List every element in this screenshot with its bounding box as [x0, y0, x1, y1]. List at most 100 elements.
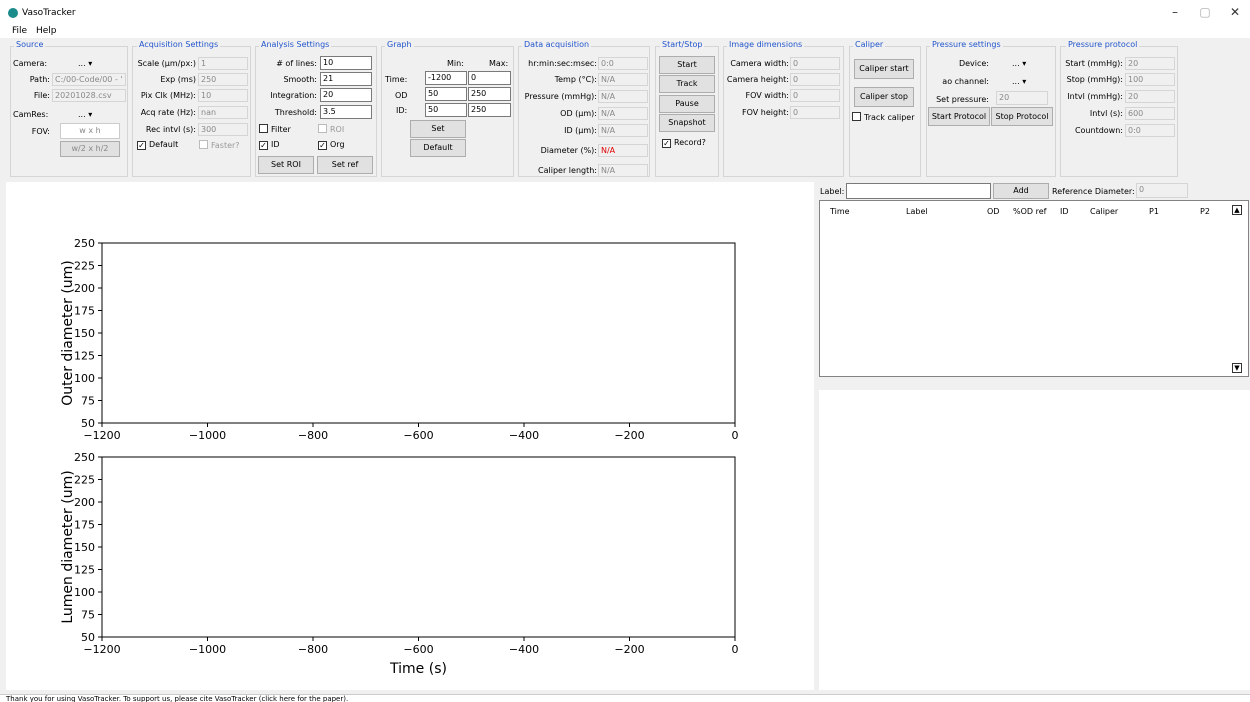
x-tick-label: −200: [614, 643, 644, 656]
min-label: Min:: [447, 59, 464, 68]
column-header-p1[interactable]: P1: [1149, 207, 1159, 216]
default-checkbox[interactable]: ✓ Default: [137, 140, 178, 150]
column-header-p2[interactable]: P2: [1200, 207, 1210, 216]
camera-height-field: 0: [790, 73, 840, 86]
set-graph-button[interactable]: Set: [410, 120, 466, 138]
camres-select[interactable]: ... ▾: [78, 110, 92, 119]
threshold-input[interactable]: 3.5: [320, 105, 372, 119]
caliper-stop-button[interactable]: Caliper stop: [854, 87, 914, 107]
maximize-button[interactable]: ▢: [1190, 4, 1220, 20]
minimize-button[interactable]: –: [1160, 4, 1190, 20]
time-min-input[interactable]: -1200: [425, 71, 467, 85]
reference-diameter-label: Reference Diameter:: [1052, 187, 1135, 196]
track-button[interactable]: Track: [659, 75, 715, 93]
start-protocol-button[interactable]: Start Protocol: [928, 107, 990, 126]
filter-checkbox[interactable]: Filter: [259, 124, 291, 134]
protocol-start-label: Start (mmHg):: [1065, 59, 1123, 68]
pause-button[interactable]: Pause: [659, 95, 715, 113]
lines-input[interactable]: 10: [320, 56, 372, 70]
id-min-input[interactable]: 50: [425, 103, 467, 117]
od-max-input[interactable]: 250: [468, 87, 511, 101]
graph-title: Graph: [385, 40, 414, 49]
image-panel: [819, 390, 1250, 690]
fov-label: FOV:: [31, 127, 50, 136]
x-tick-label: −1200: [83, 429, 120, 442]
org-checkbox[interactable]: ✓ Org: [318, 140, 345, 150]
y-tick-label: 175: [74, 305, 95, 318]
device-select[interactable]: ... ▾: [1012, 59, 1026, 68]
stop-protocol-button[interactable]: Stop Protocol: [991, 107, 1053, 126]
id-max-input[interactable]: 250: [468, 103, 511, 117]
id-checkbox[interactable]: ✓ ID: [259, 140, 280, 150]
check-icon: ✓: [259, 141, 268, 150]
ao-channel-select[interactable]: ... ▾: [1012, 77, 1026, 86]
x-tick-label: −600: [403, 429, 433, 442]
check-icon: ✓: [318, 141, 327, 150]
caliper-start-button[interactable]: Caliper start: [854, 59, 914, 79]
add-button[interactable]: Add: [993, 183, 1049, 199]
od-axis-label: OD: [395, 91, 408, 100]
protocol-start-field: 20: [1125, 57, 1175, 70]
faster-checkbox[interactable]: Faster?: [199, 140, 240, 150]
time-max-input[interactable]: 0: [468, 71, 511, 85]
integration-label: Integration:: [270, 91, 317, 100]
snapshot-button[interactable]: Snapshot: [659, 114, 715, 132]
temp-label: Temp (°C):: [554, 75, 597, 84]
protocol-stop-label: Stop (mmHg):: [1066, 75, 1123, 84]
column-header-od[interactable]: OD: [987, 207, 999, 216]
exp-label: Exp (ms): [160, 75, 196, 84]
device-label: Device:: [958, 59, 989, 68]
column-header-time[interactable]: Time: [830, 207, 850, 216]
fov-height-label: FOV height:: [742, 108, 789, 117]
column-header-id[interactable]: ID: [1060, 207, 1069, 216]
set-roi-button[interactable]: Set ROI: [258, 156, 314, 174]
max-label: Max:: [489, 59, 509, 68]
menu-file[interactable]: File: [12, 26, 27, 36]
path-field: C:/00-Code/00 - ': [52, 73, 126, 86]
title-bar: [0, 0, 1250, 24]
label-label: Label:: [820, 187, 845, 196]
x-tick-label: 0: [732, 429, 739, 442]
column-header-od-ref[interactable]: %OD ref: [1013, 207, 1046, 216]
x-tick-label: −1200: [83, 643, 120, 656]
check-icon: ✓: [662, 139, 671, 148]
set-pressure-field[interactable]: 20: [996, 91, 1048, 105]
column-header-label[interactable]: Label: [906, 207, 928, 216]
menu-help[interactable]: Help: [36, 26, 57, 36]
check-icon: ✓: [137, 141, 146, 150]
measurement-table[interactable]: Time Label OD %OD ref ID Caliper P1 P2 ▲…: [819, 200, 1249, 377]
app-logo-icon: [8, 8, 18, 18]
set-ref-button[interactable]: Set ref: [317, 156, 373, 174]
fov-button[interactable]: w x h: [60, 123, 120, 139]
roi-checkbox[interactable]: ROI: [318, 124, 344, 134]
set-pressure-label: Set pressure:: [936, 95, 989, 104]
menu-bar: [0, 24, 1250, 38]
y-tick-label: 150: [74, 541, 95, 554]
record-checkbox[interactable]: ✓ Record?: [662, 138, 706, 148]
acqrate-field: nan: [198, 106, 248, 119]
y-tick-label: 200: [74, 282, 95, 295]
default-graph-button[interactable]: Default: [410, 139, 466, 157]
camera-select[interactable]: ... ▾: [78, 59, 92, 68]
status-bar[interactable]: Thank you for using VasoTracker. To supp…: [0, 694, 1250, 702]
label-input[interactable]: [846, 183, 991, 199]
track-caliper-checkbox[interactable]: Track caliper: [852, 112, 915, 122]
smooth-input[interactable]: 21: [320, 72, 372, 86]
start-button[interactable]: Start: [659, 56, 715, 74]
start-stop-title: Start/Stop: [660, 40, 705, 49]
x-tick-label: −200: [614, 429, 644, 442]
chevron-down-icon: ▾: [88, 59, 93, 68]
pressure-settings-title: Pressure settings: [930, 40, 1003, 49]
recintvl-label: Rec intvl (s):: [145, 125, 196, 134]
x-tick-label: −800: [298, 643, 328, 656]
scroll-down-icon[interactable]: ▼: [1232, 363, 1242, 373]
camres-label: CamRes:: [13, 110, 49, 119]
pressure-label: Pressure (mmHg):: [524, 92, 597, 101]
integration-input[interactable]: 20: [320, 88, 372, 102]
od-min-input[interactable]: 50: [425, 87, 467, 101]
scroll-up-icon[interactable]: ▲: [1232, 205, 1242, 215]
column-header-caliper[interactable]: Caliper: [1090, 207, 1118, 216]
close-button[interactable]: ✕: [1220, 4, 1250, 20]
caliper-length-label: Caliper length:: [538, 166, 597, 175]
half-fov-button[interactable]: w/2 x h/2: [60, 141, 120, 157]
